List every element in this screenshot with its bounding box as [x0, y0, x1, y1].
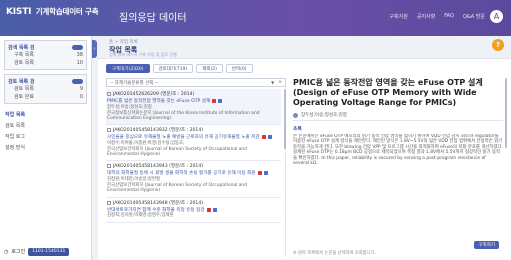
- list-item[interactable]: JAKO201405458143932 (영문/조 : 2014) 시민들을 중…: [106, 125, 281, 162]
- paper-journal: 한국정보통신학회논문지 (Journal of the Korea Instit…: [107, 110, 260, 121]
- page-header: 홈 > 작업 목록 작업 목록 검색 결과 데이터 구축 작업 및 검토 진행 …: [98, 36, 511, 58]
- result-list-panel: -- 과제기술분류별 선택 -- ▼ × JAKO201452626209 (영…: [106, 78, 286, 258]
- help-button[interactable]: ?: [492, 39, 504, 51]
- paper-authors: 장두성;이승;정성호;김정: [107, 104, 152, 110]
- list-scrollbar[interactable]: [284, 89, 286, 149]
- pdf-icon[interactable]: [261, 135, 266, 140]
- chevron-down-icon: ▼: [271, 80, 275, 85]
- detail-authors-row: 장두성;이승;정성호;김정: [293, 112, 503, 121]
- row-checkbox[interactable]: [107, 128, 111, 133]
- tab-build-pending[interactable]: 구축대기(2320): [106, 64, 150, 73]
- paper-id: JAKO201405458143943 (영문/조 : 2014): [113, 164, 204, 170]
- panel-row-count: 38: [76, 52, 83, 58]
- panel-row[interactable]: 검토 목록 10: [8, 59, 83, 67]
- list-item[interactable]: JAKO201405458143948 (영문/조 : 2014) 반대바토로가…: [106, 198, 281, 223]
- tab-rejected[interactable]: 반려(0): [225, 64, 253, 73]
- sidebar-collapse-button[interactable]: ‹: [92, 40, 97, 58]
- panel-row[interactable]: 검토 목록 9: [8, 85, 83, 93]
- tab-excluded[interactable]: 제외(2): [196, 64, 223, 73]
- sidebar-item-work-list[interactable]: 작업 목록: [0, 110, 91, 121]
- bookmark-icon[interactable]: [267, 135, 272, 140]
- question-icon: ?: [495, 41, 501, 49]
- detail-title: PMIC용 넓은 동작전압 영역을 갖는 eFuse OTP 설계 (Desig…: [293, 78, 483, 107]
- main-content: 구축대기(2320) 검토대기(719) 제외(2) 반려(0) -- 과제기술…: [98, 58, 511, 260]
- row-checkbox[interactable]: [107, 164, 111, 169]
- sidebar: 검색 목록 검 구축 목록 38 검토 목록 10 검토 목록 검 검토 목록 …: [0, 36, 92, 260]
- person-icon: [293, 112, 298, 118]
- bookmark-icon[interactable]: [218, 99, 223, 103]
- bookmark-icon[interactable]: [212, 207, 217, 212]
- paper-id: JAKO201405458143932 (영문/조 : 2014): [113, 128, 204, 134]
- paper-authors: 김정원;이태검;이송일;정면철: [107, 177, 160, 183]
- top-links: 구축지원 공지사항 FAQ Q&A 방문: [389, 13, 485, 20]
- build-button[interactable]: 구축하기: [474, 241, 499, 249]
- panel-row-label: 구축 목록: [14, 52, 34, 58]
- sidebar-item-review-list[interactable]: 검토 목록: [0, 121, 91, 132]
- top-link-notice[interactable]: 공지사항: [417, 13, 435, 20]
- paper-journal: 한국산업보건학회지 (Journal of Korean Society of …: [107, 147, 247, 158]
- panel-title: 검색 목록 검: [8, 44, 35, 51]
- paper-id: JAKO201452626209 (영문/조 : 2014): [113, 92, 195, 97]
- detail-note: ※ 원목 목록에서 논문을 선택하여 조회합니다.: [293, 251, 376, 256]
- pdf-icon[interactable]: [206, 207, 211, 212]
- clock-icon: ◷: [4, 248, 9, 255]
- pdf-icon[interactable]: [257, 171, 262, 176]
- panel-row-count: 10: [76, 60, 83, 66]
- top-bar: KISTI 기계학습데이터 구축 질의응답 데이터 구축지원 공지사항 FAQ …: [0, 0, 511, 36]
- logo-mark: KISTI: [6, 7, 32, 17]
- row-checkbox[interactable]: [107, 200, 111, 205]
- paper-journal: 한국산업보건학회지 (Journal of Korean Society of …: [107, 183, 247, 194]
- sidebar-item-work-log[interactable]: 작업 로그: [0, 132, 91, 143]
- sidebar-nav: 작업 목록 검토 목록 작업 로그 설정 방식: [0, 110, 91, 154]
- panel-row-count: 9: [79, 86, 83, 92]
- category-filter-select[interactable]: -- 과제기술분류별 선택 -- ▼ ×: [106, 78, 286, 87]
- detail-authors: 장두성;이승;정성호;김정: [301, 113, 347, 118]
- top-link-qna[interactable]: Q&A 방문: [463, 13, 485, 20]
- panel-row[interactable]: 구축 목록 38: [8, 51, 83, 59]
- panel-row-label: 검토 목록: [14, 60, 34, 66]
- tab-review-pending[interactable]: 검토대기(719): [152, 64, 194, 73]
- panel-toggle[interactable]: [72, 78, 83, 84]
- app-title: 질의응답 데이터: [119, 13, 187, 24]
- paper-title[interactable]: 반대바토로가지면 함께 수준 화학물 측정 유동 점검: [107, 207, 205, 213]
- abstract-heading: 초록: [293, 127, 302, 132]
- paper-title[interactable]: PMIC를 넓은 동작전압 영역을 갖는 eFuse OTP 설계: [107, 98, 210, 104]
- panel-toggle[interactable]: [72, 44, 83, 50]
- sidebar-panel-search: 검색 목록 검 구축 목록 38 검토 목록 10: [4, 40, 87, 70]
- logo-text: 기계학습데이터 구축: [35, 7, 99, 16]
- sidebar-item-settings[interactable]: 설정 방식: [0, 143, 91, 154]
- status-tabs: 구축대기(2320) 검토대기(719) 제외(2) 반려(0): [106, 64, 253, 73]
- pdf-icon[interactable]: [212, 99, 217, 103]
- panel-row-count: 0: [79, 94, 83, 100]
- clear-filter-button[interactable]: ×: [278, 80, 282, 85]
- list-item[interactable]: JAKO201405458143943 (영문/조 : 2014) 대학의 화학…: [106, 161, 281, 198]
- paper-detail-panel: PMIC용 넓은 동작전압 영역을 갖는 eFuse OTP 설계 (Desig…: [293, 78, 507, 258]
- paper-id: JAKO201405458143948 (영문/조 : 2014): [113, 200, 204, 206]
- detail-scrollbar[interactable]: [505, 78, 507, 148]
- panel-title: 검토 목록 검: [8, 78, 35, 85]
- filter-text: -- 과제기술분류별 선택 --: [110, 80, 159, 86]
- sidebar-panel-review: 검토 목록 검 검토 목록 9 검토 완료 0: [4, 74, 87, 104]
- abstract-text: 본 논문에서는 eFuse OTP 메모리의 읽기 동작 전압 영역을 넓히기 …: [293, 134, 503, 167]
- chevron-left-icon: ‹: [93, 46, 96, 52]
- session-badge: 1101-1540131: [28, 247, 70, 256]
- user-avatar[interactable]: A: [490, 10, 503, 23]
- bookmark-icon[interactable]: [263, 171, 268, 176]
- app-logo[interactable]: KISTI 기계학습데이터 구축: [6, 6, 99, 17]
- panel-row[interactable]: 검토 완료 0: [8, 93, 83, 101]
- paper-authors: 김정최;김지원;박재영;정영수;임제훈: [107, 213, 174, 219]
- paper-title[interactable]: 대학의 화학물질 등에 시 휘발 생물 화학적 손실 평가를 공기로 유해 이용…: [107, 170, 256, 176]
- top-link-support[interactable]: 구축지원: [389, 13, 407, 20]
- login-label: 로그인: [11, 249, 26, 255]
- panel-row-label: 검토 완료: [14, 94, 34, 100]
- panel-row-label: 검토 목록: [14, 86, 34, 92]
- row-checkbox[interactable]: [107, 92, 111, 96]
- top-link-faq[interactable]: FAQ: [444, 13, 454, 20]
- paper-authors: 이정수;이여울;이종원;박경;김수정;임동호;: [107, 141, 185, 146]
- list-item[interactable]: JAKO201452626209 (영문/조 : 2014) PMIC를 넓은 …: [106, 89, 281, 126]
- result-list: JAKO201452626209 (영문/조 : 2014) PMIC를 넓은 …: [106, 89, 286, 257]
- paper-title[interactable]: 시민들을 중심으로 유해물질 노출 예방을 근로자의 유해 공기유해물질 노출 …: [107, 134, 260, 140]
- sidebar-footer: ◷ 로그인 1101-1540131: [4, 247, 88, 256]
